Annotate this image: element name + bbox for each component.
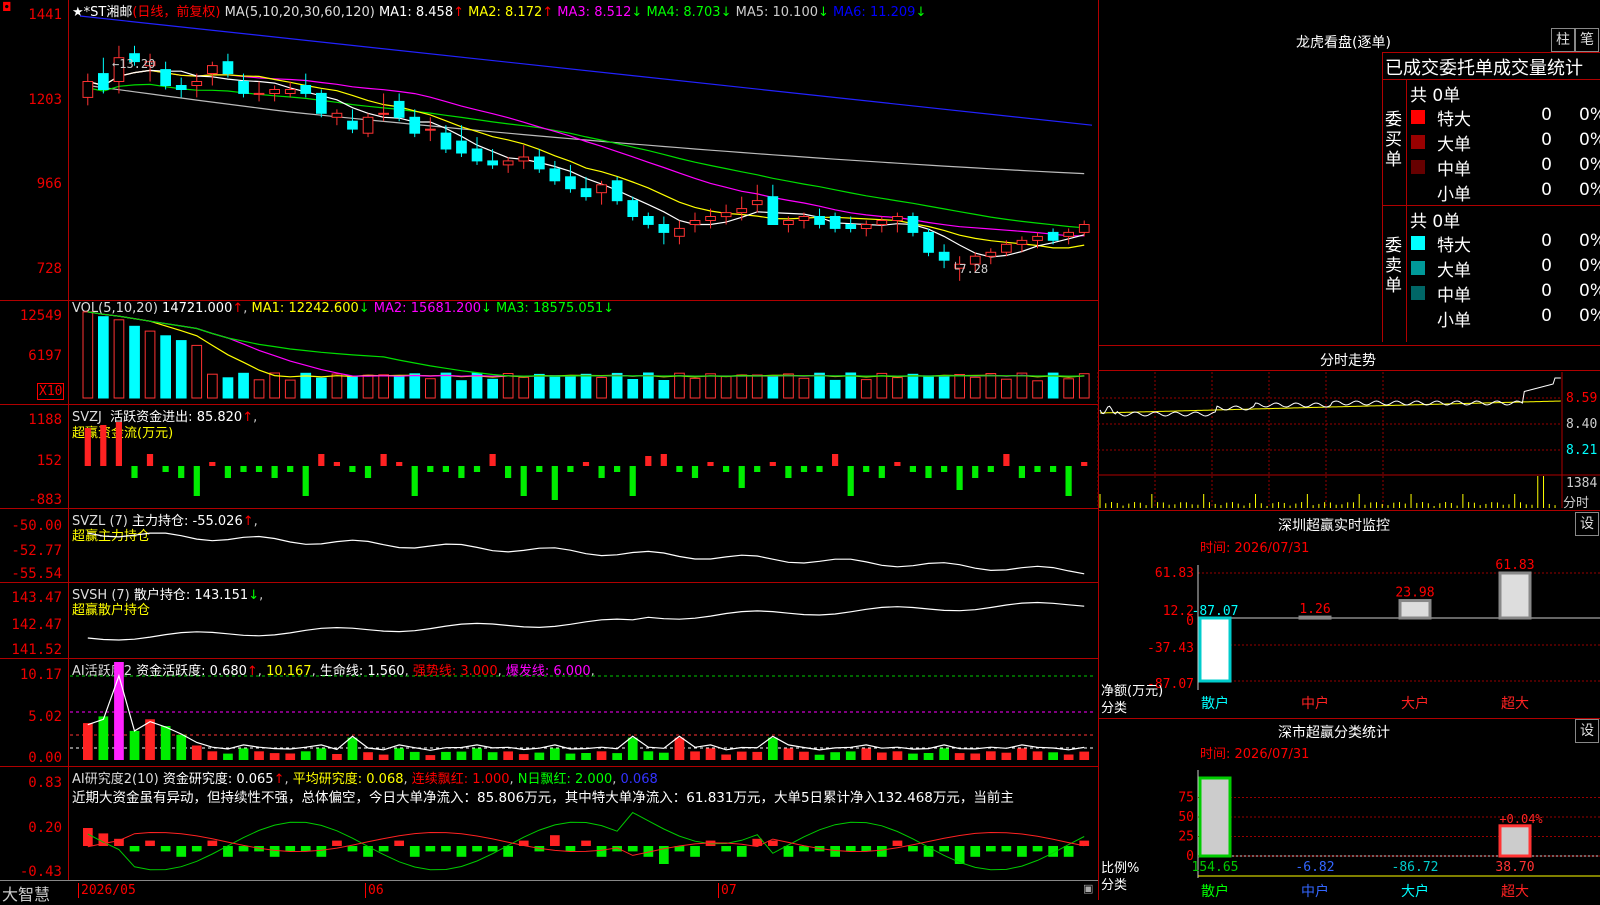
szstat-xlabel: 分类 — [1101, 878, 1128, 893]
szstat-bar — [1198, 776, 1232, 858]
szstat-category: 散户 — [1201, 883, 1229, 900]
szstat-category: 大户 — [1401, 883, 1429, 900]
szstat-bar-label: -6.82 — [1295, 860, 1334, 875]
szstat-bar-label: 38.70 — [1495, 860, 1534, 875]
szstat-y-tick: 25 — [1178, 830, 1194, 845]
szstat-bar — [1498, 824, 1532, 858]
szstat-category: 超大 — [1501, 884, 1529, 900]
szstat-y-tick: 50 — [1178, 810, 1194, 825]
szstat-overlay-label: +0.04% — [1499, 812, 1543, 826]
szstat-chart[interactable]: 7550250154.65散户-6.82中户-86.72大户38.70超大+0.… — [0, 0, 1600, 900]
szstat-bar-label: -86.72 — [1392, 860, 1439, 875]
szstat-category: 中户 — [1301, 883, 1329, 900]
szstat-bar-label: 154.65 — [1192, 860, 1239, 875]
szstat-y-tick: 75 — [1178, 791, 1194, 806]
